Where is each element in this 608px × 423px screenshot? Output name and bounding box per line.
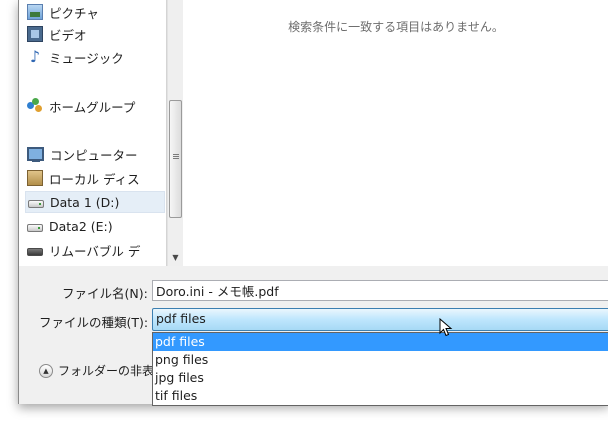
- nav-item-removable[interactable]: リムーバブル デ: [27, 239, 140, 261]
- drive-icon: [27, 223, 43, 232]
- nav-item-homegroup[interactable]: ホームグループ: [27, 95, 135, 117]
- nav-item-pictures[interactable]: ピクチャ: [27, 1, 99, 23]
- nav-item-data1[interactable]: Data 1 (D:): [25, 191, 165, 213]
- nav-item-local-disk[interactable]: ローカル ディス: [27, 167, 140, 189]
- nav-item-label: Data2 (E:): [49, 218, 113, 234]
- grip-icon: [173, 154, 179, 155]
- nav-item-label: リムーバブル デ: [49, 243, 141, 259]
- scrollbar-thumb[interactable]: [169, 100, 182, 218]
- filetype-option-jpg[interactable]: jpg files: [153, 369, 608, 387]
- nav-item-label: ローカル ディス: [49, 171, 140, 187]
- filename-label: ファイル名(N):: [62, 286, 148, 301]
- removable-drive-icon: [27, 247, 43, 256]
- filetype-label: ファイルの種類(T):: [39, 315, 149, 330]
- nav-scrollbar[interactable]: ▼: [167, 0, 183, 266]
- local-disk-icon: [27, 170, 43, 186]
- filename-input[interactable]: [152, 280, 608, 301]
- nav-item-music[interactable]: ♪ ミュージック: [27, 46, 124, 68]
- hide-folders-label: フォルダーの非表: [58, 364, 155, 378]
- filetype-dropdown-list: pdf files png files jpg files tif files: [152, 332, 608, 406]
- filetype-select[interactable]: pdf files: [152, 308, 608, 331]
- nav-item-label: ピクチャ: [49, 5, 99, 21]
- nav-item-data2[interactable]: Data2 (E:): [27, 215, 113, 237]
- chevron-up-icon: ▲: [39, 363, 53, 378]
- nav-item-label: Data 1 (D:): [50, 194, 120, 210]
- mouse-cursor-icon: [439, 318, 453, 337]
- music-icon: ♪: [29, 47, 41, 66]
- file-list-pane[interactable]: 検索条件に一致する項目はありません。: [183, 0, 608, 266]
- nav-item-label: コンピューター: [50, 147, 138, 163]
- filetype-option-tif[interactable]: tif files: [153, 387, 608, 405]
- scroll-down-button[interactable]: ▼: [168, 250, 183, 266]
- homegroup-icon: [27, 98, 43, 114]
- videos-icon: [27, 26, 43, 42]
- drive-icon: [28, 199, 44, 208]
- arrow-down-icon: ▼: [172, 253, 179, 262]
- nav-item-label: ビデオ: [49, 27, 87, 43]
- filetype-selected-value: pdf files: [156, 311, 206, 326]
- nav-item-videos[interactable]: ビデオ: [27, 23, 87, 45]
- filetype-option-pdf[interactable]: pdf files: [153, 333, 608, 351]
- pictures-icon: [27, 4, 43, 20]
- computer-icon: [27, 147, 44, 162]
- hide-folders-toggle[interactable]: ▲ フォルダーの非表: [39, 362, 154, 379]
- navigation-pane: ピクチャ ビデオ ♪ ミュージック ホームグループ コンピューター ローカル デ…: [19, 0, 167, 266]
- nav-item-label: ホームグループ: [49, 99, 136, 115]
- nav-item-label: ミュージック: [49, 50, 124, 66]
- empty-message: 検索条件に一致する項目はありません。: [288, 20, 504, 34]
- nav-item-computer[interactable]: コンピューター: [27, 143, 138, 165]
- filetype-option-png[interactable]: png files: [153, 351, 608, 369]
- save-dialog: ピクチャ ビデオ ♪ ミュージック ホームグループ コンピューター ローカル デ…: [18, 0, 608, 406]
